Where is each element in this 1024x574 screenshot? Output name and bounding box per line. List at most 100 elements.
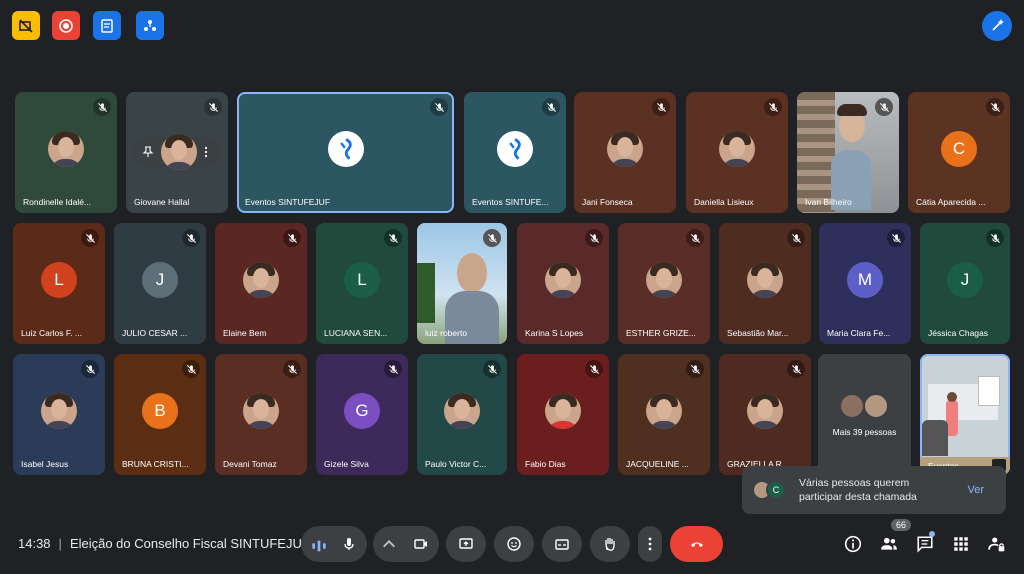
participant-tile[interactable]: Sebastião Mar... bbox=[719, 223, 811, 344]
participant-tile[interactable]: ESTHER GRIZE... bbox=[618, 223, 710, 344]
participant-name: Jani Fonseca bbox=[582, 197, 633, 207]
participant-tile[interactable]: Fabio Dias bbox=[517, 354, 609, 475]
host-controls-button[interactable] bbox=[987, 534, 1007, 554]
notification-text: Várias pessoas querem participar desta c… bbox=[799, 477, 917, 503]
chat-button[interactable] bbox=[915, 534, 935, 554]
more-options-button[interactable] bbox=[197, 143, 215, 161]
muted-mic-icon bbox=[283, 229, 301, 247]
muted-mic-icon bbox=[483, 360, 501, 378]
muted-mic-icon bbox=[764, 98, 782, 116]
camera-button[interactable] bbox=[403, 526, 439, 562]
participant-name: luiz roberto bbox=[425, 328, 468, 338]
avatar bbox=[863, 393, 889, 419]
participant-tile[interactable]: Giovane Hallal bbox=[126, 92, 228, 213]
participant-tile[interactable]: G Gizele Silva bbox=[316, 354, 408, 475]
breakout-rooms-button[interactable] bbox=[136, 11, 164, 40]
audio-group bbox=[301, 526, 367, 562]
participant-name: BRUNA CRISTI... bbox=[122, 459, 189, 469]
reactions-button[interactable] bbox=[494, 526, 534, 562]
chevron-up-icon bbox=[383, 540, 395, 548]
view-requests-link[interactable]: Ver bbox=[967, 484, 984, 496]
avatar bbox=[243, 392, 279, 429]
more-vert-icon bbox=[204, 146, 208, 158]
participant-tile[interactable]: L Luiz Carlos F. ... bbox=[13, 223, 105, 344]
captions-button[interactable] bbox=[542, 526, 582, 562]
microphone-button[interactable] bbox=[331, 526, 367, 562]
more-options-button[interactable] bbox=[638, 526, 662, 562]
participant-tile[interactable]: J Jéssica Chagas bbox=[920, 223, 1010, 344]
participant-tile[interactable]: C Cátia Aparecida ... bbox=[908, 92, 1010, 213]
participant-name: Eventos SINTUFEJUF bbox=[245, 197, 331, 207]
participant-name: Daniella Lisieux bbox=[694, 197, 754, 207]
leave-call-button[interactable] bbox=[670, 526, 723, 562]
participant-tile[interactable]: Ivan Bilheiro bbox=[797, 92, 899, 213]
present-screen-icon bbox=[459, 538, 473, 549]
muted-mic-icon bbox=[986, 229, 1004, 247]
participant-name: Karina S Lopes bbox=[525, 328, 584, 338]
participant-name: JULIO CESAR ... bbox=[122, 328, 188, 338]
record-off-button[interactable] bbox=[12, 11, 40, 40]
more-vert-icon bbox=[648, 537, 652, 551]
avatar bbox=[719, 130, 755, 167]
participant-tile[interactable]: M Maria Clara Fe... bbox=[819, 223, 911, 344]
effects-button[interactable] bbox=[982, 11, 1012, 41]
participant-tile[interactable]: Eventos SINTUFE... bbox=[464, 92, 566, 213]
participant-name: Luiz Carlos F. ... bbox=[21, 328, 82, 338]
camera-options-button[interactable] bbox=[381, 536, 397, 552]
presenter-tile[interactable]: Eventos bbox=[920, 354, 1010, 475]
people-button[interactable] bbox=[879, 534, 899, 554]
avatar: G bbox=[344, 392, 380, 429]
avatar bbox=[48, 130, 84, 167]
pin-icon bbox=[142, 146, 154, 157]
avatar: C bbox=[941, 130, 977, 167]
participant-tile[interactable]: Elaine Bem bbox=[215, 223, 307, 344]
raise-hand-button[interactable] bbox=[590, 526, 630, 562]
avatar bbox=[41, 392, 77, 429]
avatar: J bbox=[947, 261, 983, 298]
participant-tile[interactable]: Eventos SINTUFEJUF bbox=[237, 92, 454, 213]
present-screen-button[interactable] bbox=[446, 526, 486, 562]
emoji-icon bbox=[507, 537, 521, 551]
participant-tile[interactable]: Paulo Victor C... bbox=[417, 354, 507, 475]
participant-name: Paulo Victor C... bbox=[425, 459, 487, 469]
participant-name: Isabel Jesus bbox=[21, 459, 69, 469]
logo-icon bbox=[497, 130, 533, 167]
activities-button[interactable] bbox=[951, 534, 971, 554]
participant-count-badge: 66 bbox=[891, 519, 912, 531]
sparkle-icon bbox=[992, 19, 1004, 31]
participant-tile[interactable]: Karina S Lopes bbox=[517, 223, 609, 344]
muted-mic-icon bbox=[204, 98, 222, 116]
participant-tile[interactable]: Rondinelle Idalé... bbox=[15, 92, 117, 213]
tile-hover-controls bbox=[133, 134, 221, 170]
participant-tile[interactable]: Isabel Jesus bbox=[13, 354, 105, 475]
notes-icon bbox=[101, 18, 113, 33]
meeting-info: 14:38 | Eleição do Conselho Fiscal SINTU… bbox=[18, 536, 310, 551]
muted-mic-icon bbox=[81, 229, 99, 247]
participant-name: Cátia Aparecida ... bbox=[916, 197, 986, 207]
participant-tile[interactable]: J JULIO CESAR ... bbox=[114, 223, 206, 344]
pin-button[interactable] bbox=[139, 143, 157, 161]
participant-tile[interactable]: JACQUELINE ... bbox=[618, 354, 710, 475]
avatar bbox=[545, 392, 581, 429]
record-button[interactable] bbox=[52, 11, 80, 40]
muted-mic-icon bbox=[182, 229, 200, 247]
camera-group bbox=[373, 526, 439, 562]
microphone-icon bbox=[344, 538, 354, 550]
more-participants-tile[interactable]: Mais 39 pessoas bbox=[818, 354, 911, 475]
participant-tile[interactable]: Daniella Lisieux bbox=[686, 92, 788, 213]
participant-tile[interactable]: GRAZIELLA R... bbox=[719, 354, 811, 475]
participant-tile[interactable]: B BRUNA CRISTI... bbox=[114, 354, 206, 475]
participant-name: LUCIANA SEN... bbox=[324, 328, 388, 338]
chat-icon bbox=[917, 536, 933, 553]
participant-name: Gizele Silva bbox=[324, 459, 369, 469]
participant-tile[interactable]: luiz roberto bbox=[417, 223, 507, 344]
participant-tile[interactable]: L LUCIANA SEN... bbox=[316, 223, 408, 344]
meeting-details-button[interactable] bbox=[843, 534, 863, 554]
captions-icon bbox=[555, 539, 569, 550]
chat-unread-dot bbox=[929, 531, 935, 537]
participant-tile[interactable]: Devani Tomaz bbox=[215, 354, 307, 475]
avatar bbox=[444, 392, 480, 429]
notes-button[interactable] bbox=[93, 11, 121, 40]
participant-tile[interactable]: Jani Fonseca bbox=[574, 92, 676, 213]
muted-mic-icon bbox=[283, 360, 301, 378]
